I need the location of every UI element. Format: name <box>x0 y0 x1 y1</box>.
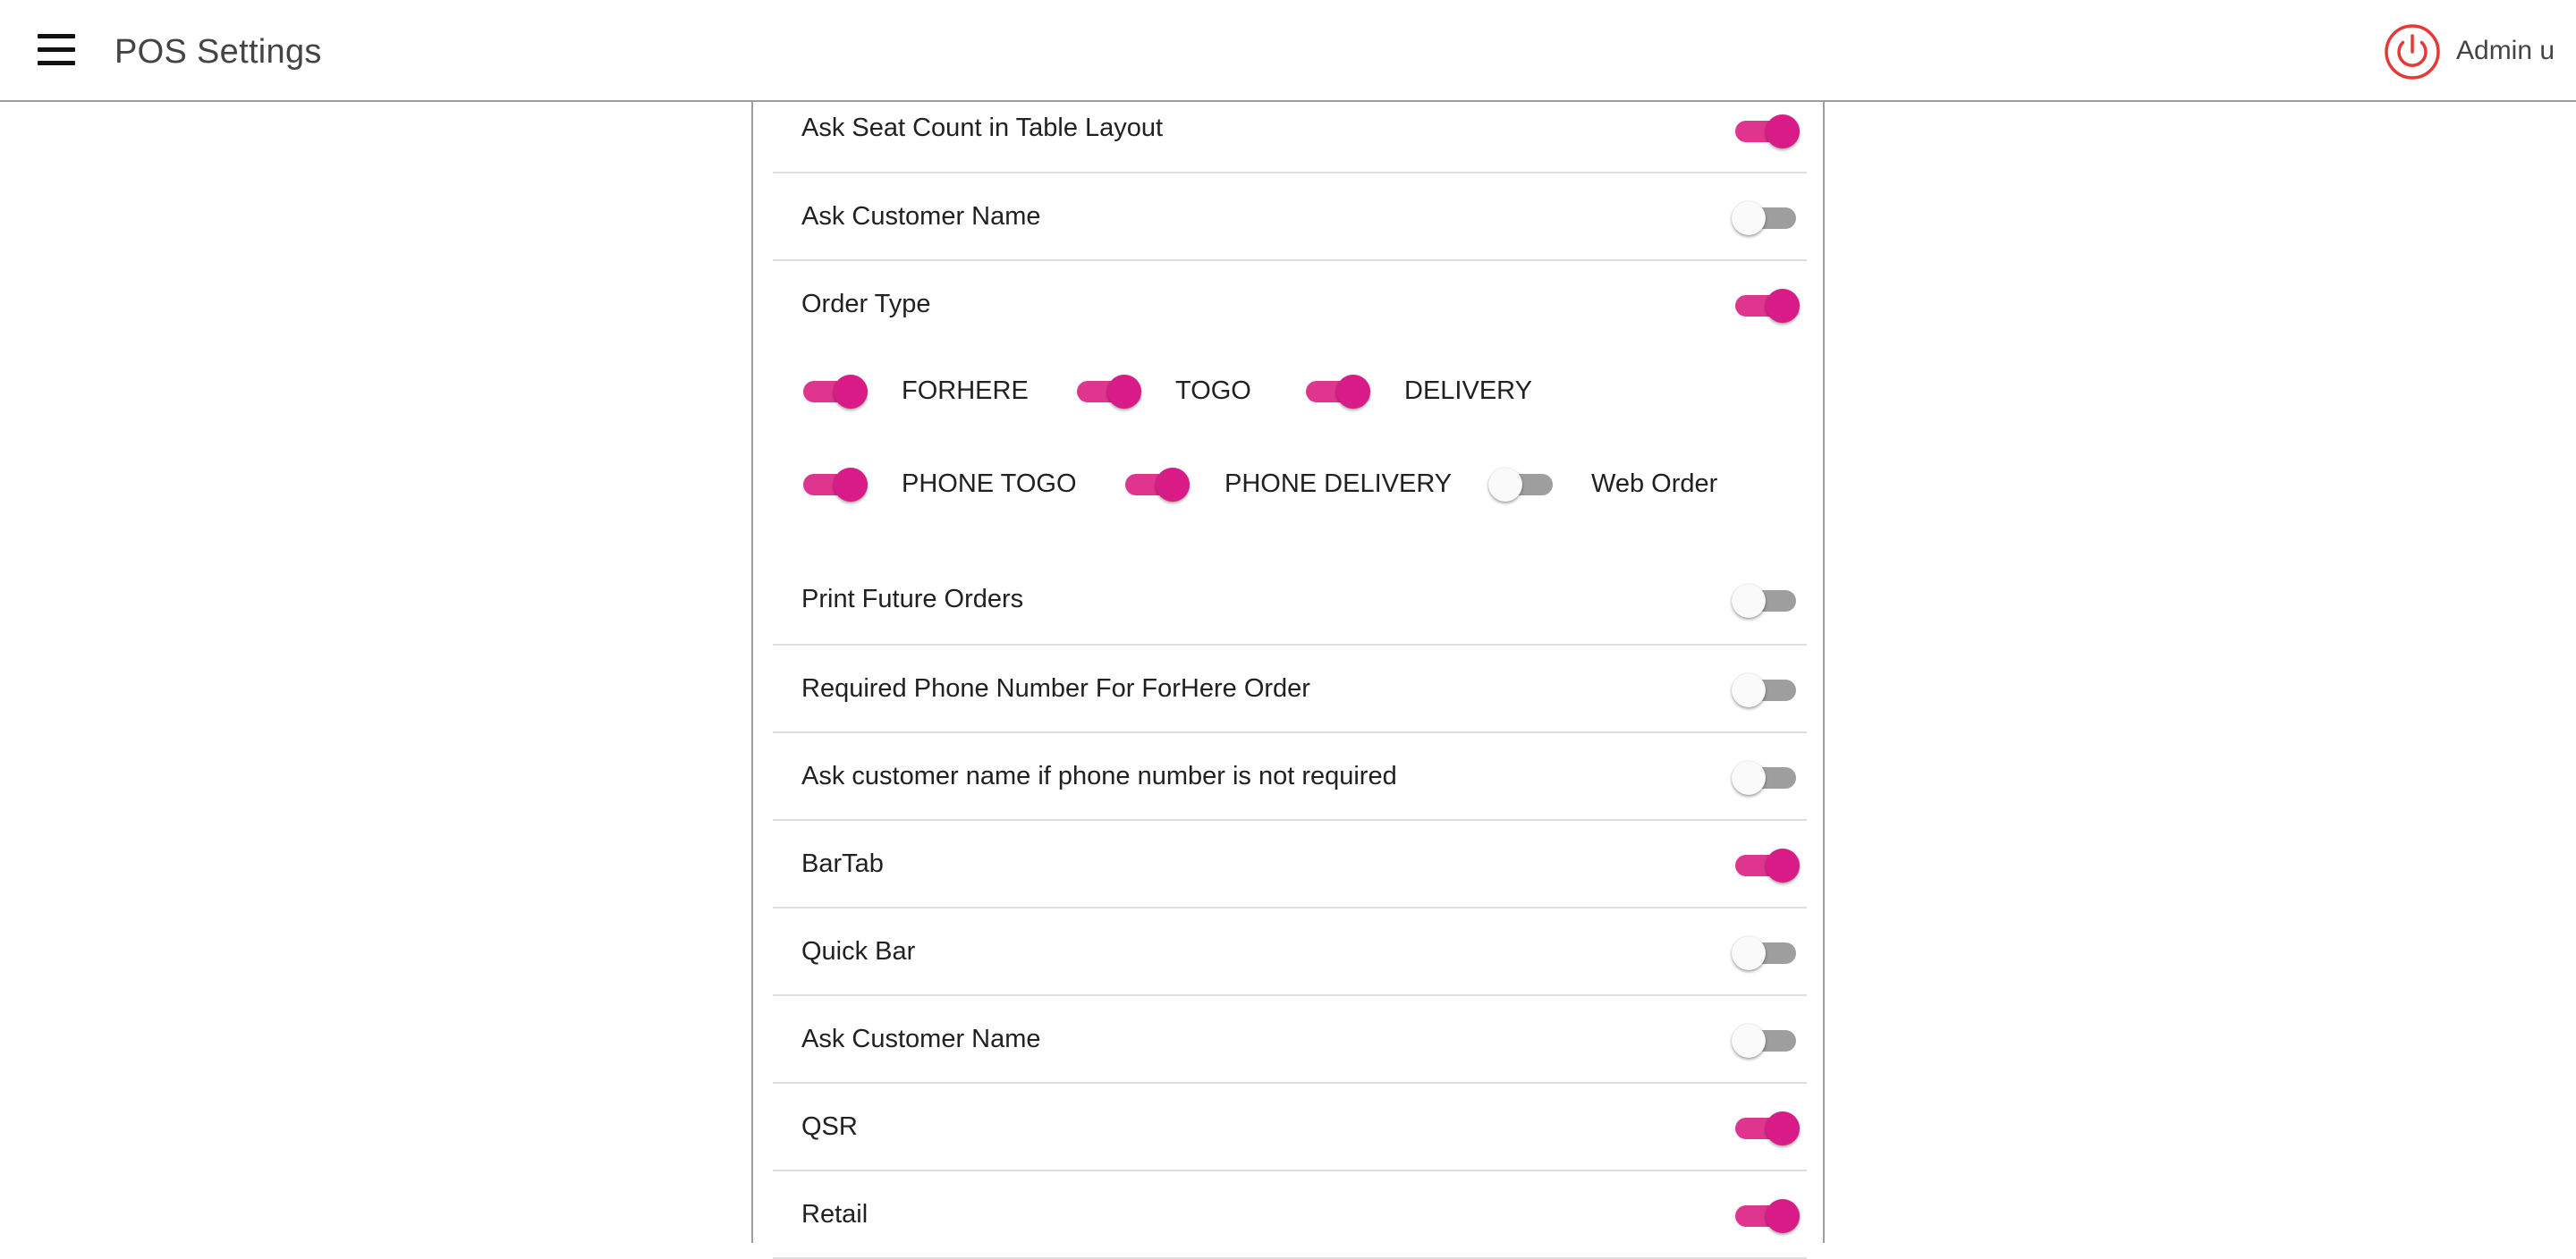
order-type-toggle-phone-togo[interactable] <box>800 462 868 505</box>
setting-toggle[interactable] <box>1732 843 1800 886</box>
setting-label: QSR <box>801 1112 858 1141</box>
setting-label: Ask customer name if phone number is not… <box>801 762 1397 790</box>
settings-panel: Ask Seat Count in Table Layout Ask Custo… <box>751 102 1825 1259</box>
setting-row-ask-name-if-no-phone: Ask customer name if phone number is not… <box>773 733 1807 821</box>
order-type-toggle-delivery[interactable] <box>1302 369 1370 412</box>
setting-label: Ask Customer Name <box>801 202 1041 231</box>
order-type-label: PHONE DELIVERY <box>1224 469 1453 498</box>
setting-row-ask-seat-count: Ask Seat Count in Table Layout <box>773 84 1807 173</box>
setting-toggle[interactable] <box>1732 579 1800 621</box>
setting-label: BarTab <box>801 849 884 878</box>
setting-label: Quick Bar <box>801 937 916 966</box>
setting-row-quick-bar: Quick Bar <box>773 908 1807 996</box>
setting-label: Retail <box>801 1200 869 1229</box>
order-type-label: DELIVERY <box>1404 376 1532 405</box>
setting-label: Ask Customer Name <box>801 1025 1041 1053</box>
setting-label: Order Type <box>801 290 931 318</box>
power-icon[interactable] <box>2384 23 2441 80</box>
order-type-label: TOGO <box>1175 376 1251 405</box>
order-type-label: Web Order <box>1591 469 1718 498</box>
order-type-toggle-web-order[interactable] <box>1488 462 1556 505</box>
setting-label: Print Future Orders <box>801 585 1024 613</box>
setting-toggle[interactable] <box>1732 931 1800 974</box>
setting-row-print-future-orders: Print Future Orders <box>773 556 1807 646</box>
setting-row-bar-ask-customer-name: Ask Customer Name <box>773 996 1807 1084</box>
order-type-toggle-togo[interactable] <box>1073 369 1141 412</box>
order-type-toggle-forhere[interactable] <box>800 369 868 412</box>
setting-label: Ask Seat Count in Table Layout <box>801 114 1164 142</box>
setting-toggle[interactable] <box>1732 109 1800 152</box>
page-title: POS Settings <box>114 33 322 71</box>
setting-toggle[interactable] <box>1732 668 1800 711</box>
setting-toggle[interactable] <box>1732 756 1800 798</box>
hamburger-menu-icon[interactable] <box>38 32 77 72</box>
order-type-toggle-phone-delivery[interactable] <box>1122 462 1190 505</box>
order-type-label: FORHERE <box>902 376 1029 405</box>
setting-toggle[interactable] <box>1732 196 1800 239</box>
setting-row-retail: Retail <box>773 1171 1807 1259</box>
setting-row-bartab: BarTab <box>773 821 1807 908</box>
setting-row-order-type: Order Type FORHERE TOGO DELIVERY PHONE T… <box>773 261 1807 556</box>
setting-row-qsr: QSR <box>773 1084 1807 1171</box>
user-name[interactable]: Admin u <box>2456 36 2555 66</box>
order-type-label: PHONE TOGO <box>902 469 1077 498</box>
setting-toggle[interactable] <box>1732 1106 1800 1149</box>
setting-toggle[interactable] <box>1732 1194 1800 1237</box>
setting-toggle[interactable] <box>1732 1018 1800 1061</box>
setting-row-ask-customer-name: Ask Customer Name <box>773 173 1807 261</box>
setting-row-required-phone-forhere: Required Phone Number For ForHere Order <box>773 646 1807 733</box>
setting-toggle[interactable] <box>1732 283 1800 326</box>
setting-label: Required Phone Number For ForHere Order <box>801 674 1310 703</box>
